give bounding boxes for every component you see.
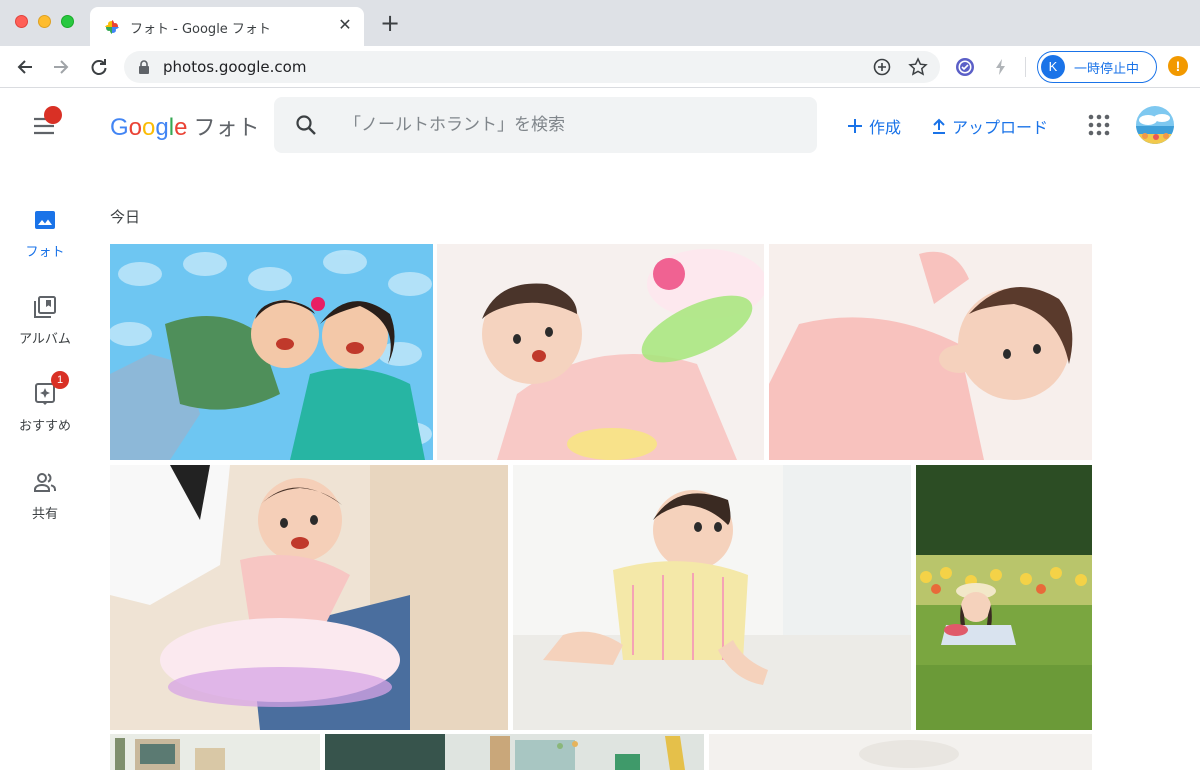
- sidebar-item-albums[interactable]: アルバム: [0, 293, 90, 363]
- extension-bolt-icon[interactable]: [990, 56, 1012, 78]
- sidebar-item-label: 共有: [31, 507, 58, 522]
- forward-icon[interactable]: [48, 54, 74, 80]
- sidebar-item-label: おすすめ: [18, 419, 71, 434]
- photo-thumbnail[interactable]: [769, 244, 1092, 460]
- logo-letter: g: [155, 114, 169, 141]
- assistant-badge: 1: [51, 371, 69, 389]
- photo-thumbnail[interactable]: [325, 734, 704, 770]
- menu-notification-dot: [44, 106, 62, 124]
- add-circle-icon[interactable]: [872, 57, 892, 77]
- logo-suffix: フォト: [193, 116, 260, 141]
- google-photos-favicon-icon: [105, 20, 119, 34]
- search-icon[interactable]: [294, 113, 318, 137]
- upload-button[interactable]: アップロード: [931, 114, 1048, 138]
- account-avatar[interactable]: [1136, 106, 1174, 144]
- toolbar-divider: [1025, 57, 1026, 77]
- lock-icon: [139, 60, 149, 74]
- photo-thumbnail[interactable]: [110, 734, 320, 770]
- upload-label: アップロード: [952, 118, 1049, 137]
- close-window-button[interactable]: [15, 15, 28, 28]
- logo-letter: G: [110, 114, 129, 141]
- create-label: 作成: [869, 118, 902, 137]
- photo-thumbnail[interactable]: [437, 244, 764, 460]
- create-button[interactable]: 作成: [846, 114, 901, 138]
- photo-icon: [35, 211, 55, 229]
- photo-classroom-1: [110, 734, 320, 770]
- browser-tab-active[interactable]: フォト - Google フォト ✕: [90, 7, 364, 46]
- photo-thumbnail[interactable]: [916, 465, 1092, 730]
- plus-icon: [848, 119, 862, 133]
- logo-letter: o: [142, 114, 156, 141]
- reload-icon[interactable]: [86, 54, 112, 80]
- photo-thumbnail[interactable]: [110, 244, 433, 460]
- google-photos-logo[interactable]: Google フォト: [110, 110, 259, 142]
- logo-letter: e: [174, 114, 188, 141]
- sidebar-item-photos[interactable]: フォト: [0, 204, 90, 274]
- extension-check-icon[interactable]: [954, 56, 976, 78]
- photo-girl-flower-field: [916, 465, 1092, 730]
- photo-bright-room: [709, 734, 1092, 770]
- sidebar-item-label: フォト: [25, 245, 65, 260]
- update-warning-icon[interactable]: !: [1168, 56, 1188, 76]
- sidebar-item-assistant[interactable]: 1 おすすめ: [0, 371, 90, 450]
- album-icon: [34, 296, 56, 318]
- photo-thumbnail[interactable]: [110, 465, 508, 730]
- photo-kids-on-blanket: [110, 244, 433, 460]
- photo-thumbnail[interactable]: [513, 465, 911, 730]
- upload-icon: [933, 118, 945, 134]
- logo-letter: o: [128, 114, 143, 141]
- tab-title: フォト - Google フォト: [130, 22, 271, 37]
- search-bar[interactable]: [274, 97, 817, 153]
- address-bar[interactable]: photos.google.com: [124, 51, 940, 83]
- date-group-label: 今日: [110, 208, 141, 226]
- minimize-window-button[interactable]: [38, 15, 51, 28]
- photo-baby-pink-lying: [769, 244, 1092, 460]
- new-tab-icon[interactable]: +: [380, 11, 400, 35]
- browser-tabbar: フォト - Google フォト ✕ +: [0, 0, 1200, 46]
- people-icon: [34, 473, 56, 492]
- sidebar-item-label: アルバム: [19, 332, 71, 347]
- maximize-window-button[interactable]: [61, 15, 74, 28]
- back-icon[interactable]: [12, 54, 38, 80]
- profile-avatar: K: [1041, 55, 1065, 79]
- photo-baby-crawling: [513, 465, 911, 730]
- photo-baby-pink-toy: [437, 244, 764, 460]
- url-text: photos.google.com: [163, 58, 307, 76]
- bookmark-star-icon[interactable]: [908, 57, 928, 77]
- browser-toolbar: photos.google.com K 一時停止中 !: [0, 46, 1200, 88]
- photo-thumbnail[interactable]: [709, 734, 1092, 770]
- profile-paused-button[interactable]: K 一時停止中: [1037, 51, 1157, 83]
- photo-classroom-2: [325, 734, 704, 770]
- photo-baby-tutu: [110, 465, 508, 730]
- apps-grid-icon[interactable]: [1088, 114, 1110, 136]
- sidebar-item-sharing[interactable]: 共有: [0, 468, 90, 538]
- close-tab-icon[interactable]: ✕: [336, 16, 354, 34]
- profile-status-label: 一時停止中: [1074, 62, 1140, 77]
- search-input[interactable]: [344, 111, 784, 139]
